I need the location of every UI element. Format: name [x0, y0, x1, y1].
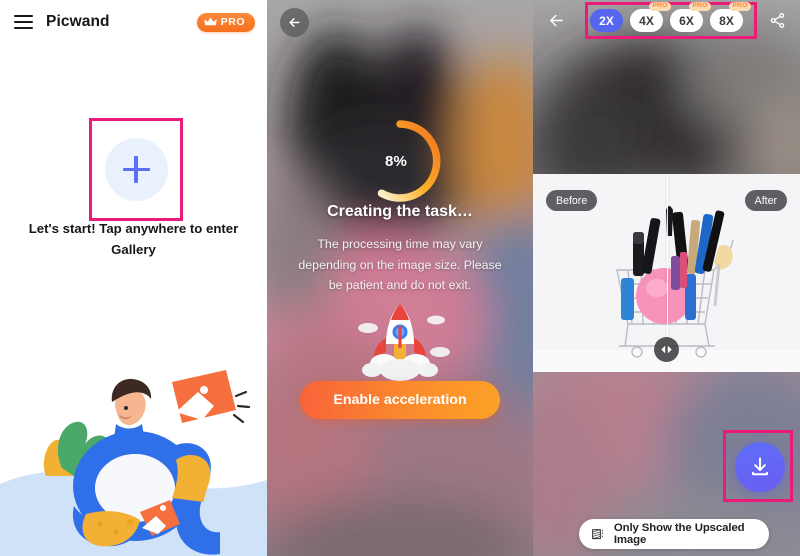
share-icon	[770, 13, 784, 28]
pro-badge-button[interactable]: PRO	[196, 12, 255, 32]
scale-option-label: 2X	[599, 13, 614, 28]
scale-option-4x[interactable]: 4X PRO	[630, 2, 671, 32]
progress-title: Creating the task…	[327, 203, 473, 220]
pro-tag: PRO	[688, 2, 711, 11]
scale-option-label: 8X	[719, 13, 734, 28]
panel-result: 2X 4X PRO 6X PRO 8X PRO Before After Onl…	[533, 0, 800, 556]
scale-selector: 2X 4X PRO 6X PRO 8X PRO	[582, 2, 751, 37]
app-title: Picwand	[46, 13, 110, 30]
pro-badge-label: PRO	[220, 16, 245, 28]
pro-tag: PRO	[728, 2, 751, 11]
progress-ring: 8%	[267, 115, 533, 207]
progress-description: The processing time may vary depending o…	[298, 237, 502, 292]
before-after-comparison[interactable]: Before After	[533, 174, 800, 372]
rocket-illustration	[267, 300, 533, 386]
left-right-arrows-icon	[661, 345, 672, 354]
back-button[interactable]	[280, 8, 309, 37]
download-icon	[752, 457, 768, 476]
hamburger-menu-icon[interactable]	[14, 15, 33, 29]
back-button[interactable]	[543, 8, 569, 34]
scale-option-label: 4X	[639, 13, 654, 28]
hatched-square-icon	[592, 528, 603, 539]
only-show-upscaled-label: Only Show the Upscaled Image	[613, 522, 745, 546]
comparison-slider-handle[interactable]	[654, 337, 679, 362]
app-header: Picwand PRO	[0, 0, 267, 44]
person-with-photos-illustration	[0, 370, 267, 556]
enable-acceleration-button[interactable]: Enable acceleration	[300, 381, 500, 419]
crown-icon	[204, 17, 217, 26]
highlight-box-gallery	[89, 118, 183, 221]
screenshot-panels: Picwand PRO Let's start! Tap anywhere to…	[0, 0, 800, 556]
panel-gallery-entry: Picwand PRO Let's start! Tap anywhere to…	[0, 0, 267, 556]
before-label: Before	[546, 190, 598, 211]
progress-percent: 8%	[384, 152, 408, 170]
gallery-caption: Let's start! Tap anywhere to enter Galle…	[28, 221, 239, 257]
panel-creating-task: 8% Creating the task… The processing tim…	[267, 0, 533, 556]
pro-tag: PRO	[648, 2, 671, 11]
back-arrow-icon	[549, 14, 563, 27]
result-toolbar: 2X 4X PRO 6X PRO 8X PRO	[533, 0, 800, 41]
scale-option-2x[interactable]: 2X	[590, 9, 623, 32]
only-show-upscaled-toggle[interactable]: Only Show the Upscaled Image	[579, 519, 769, 549]
download-button[interactable]	[735, 442, 785, 492]
scale-option-6x[interactable]: 6X PRO	[670, 2, 711, 32]
scale-option-8x[interactable]: 8X PRO	[710, 2, 751, 32]
share-button[interactable]	[764, 8, 790, 34]
back-arrow-icon	[289, 18, 300, 27]
scale-option-label: 6X	[679, 13, 694, 28]
after-label: After	[744, 190, 787, 211]
rocket-icon	[358, 304, 450, 381]
